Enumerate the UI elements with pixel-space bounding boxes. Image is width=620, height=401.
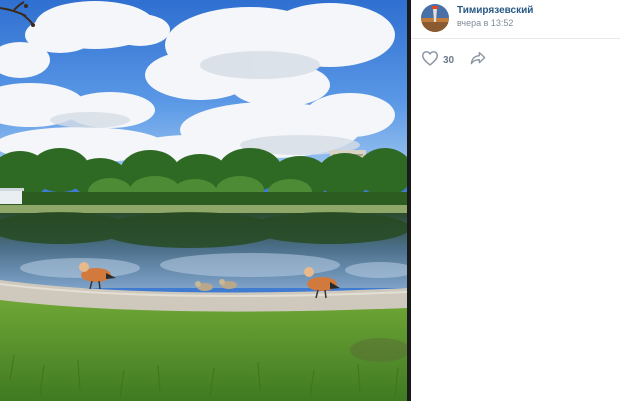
share-button[interactable] — [470, 51, 486, 70]
author-avatar[interactable] — [421, 4, 449, 32]
like-count: 30 — [443, 54, 455, 66]
avatar-image — [421, 4, 449, 32]
park-pond-photo — [0, 0, 407, 401]
post-photo[interactable] — [0, 0, 407, 401]
post-date[interactable]: вчера в 13:52 — [457, 18, 513, 28]
share-arrow-icon — [470, 51, 486, 70]
like-button[interactable]: 30 — [421, 50, 454, 71]
heart-outline-icon — [421, 50, 439, 71]
post-header: Тимирязевский вчера в 13:52 — [411, 0, 620, 39]
author-name-link[interactable]: Тимирязевский — [457, 5, 533, 16]
post-viewer: Тимирязевский вчера в 13:52 30 — [0, 0, 620, 401]
post-sidebar: Тимирязевский вчера в 13:52 30 — [411, 0, 620, 401]
post-actions: 30 — [421, 50, 486, 71]
